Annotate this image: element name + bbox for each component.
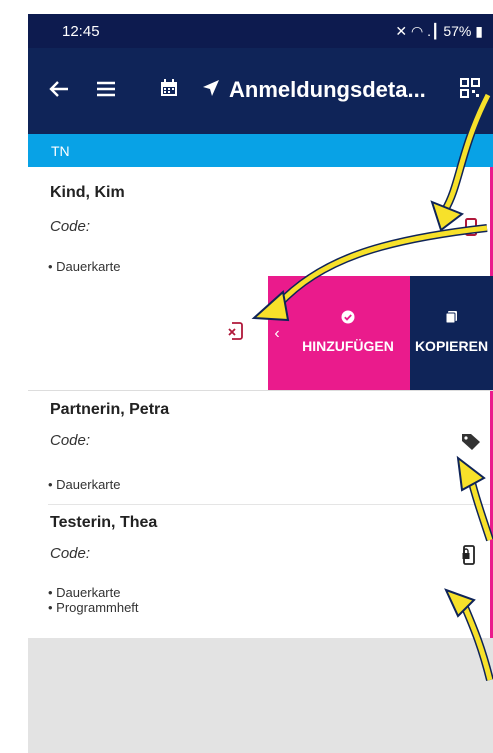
list-item: Programmheft [48, 600, 138, 615]
swipe-handle[interactable]: ‹ [268, 276, 286, 391]
participant-name: Partnerin, Petra [50, 401, 170, 418]
back-arrow-icon[interactable] [48, 78, 70, 106]
app-toolbar: Anmeldungsdeta... [28, 48, 493, 134]
list-item: Dauerkarte [48, 259, 120, 274]
copy-icon [410, 310, 493, 327]
remove-device-icon[interactable] [228, 321, 244, 346]
signal-icons: ✕ ◠ .┃ [395, 23, 440, 39]
list-item: Dauerkarte [48, 585, 139, 600]
section-label: TN [51, 143, 70, 159]
swipe-actions-row: ‹ HINZUFÜGEN KOPIEREN [28, 276, 493, 391]
tag-icon[interactable] [461, 433, 481, 456]
smartphone-icon[interactable] [465, 218, 477, 241]
copy-button[interactable]: KOPIEREN [410, 276, 493, 391]
menu-icon[interactable] [95, 78, 117, 106]
status-time: 12:45 [62, 23, 100, 40]
participant-code-label: Code: [50, 218, 91, 235]
section-header: TN [28, 134, 493, 167]
status-bar: 12:45 ✕ ◠ .┃ 57% ▮ [28, 14, 493, 48]
battery-icon: ▮ [475, 23, 483, 39]
calendar-icon[interactable] [159, 78, 179, 104]
navigation-icon[interactable] [201, 78, 221, 104]
participant-name: Kind, Kim [50, 184, 125, 201]
participant-items: Dauerkarte [48, 477, 120, 492]
participant-items: Dauerkarte Programmheft [48, 585, 139, 615]
copy-button-label: KOPIEREN [414, 338, 489, 354]
participant-card[interactable]: Partnerin, Petra Code: Dauerkarte [28, 391, 493, 505]
page-title: Anmeldungsdeta... [229, 77, 426, 102]
phone-screen: 12:45 ✕ ◠ .┃ 57% ▮ Anmeldungsdeta... TN … [28, 14, 493, 753]
mobile-lock-icon[interactable] [462, 545, 476, 570]
battery-level: 57% [443, 23, 472, 39]
participant-card[interactable]: Testerin, Thea Code: Dauerkarte Programm… [28, 505, 493, 638]
participant-name: Testerin, Thea [50, 514, 158, 531]
participant-code-label: Code: [50, 545, 91, 562]
status-right: ✕ ◠ .┃ 57% ▮ [395, 23, 483, 40]
add-button-label: HINZUFÜGEN [302, 338, 394, 354]
chevron-left-icon: ‹ [274, 325, 280, 342]
participant-code-label: Code: [50, 432, 91, 449]
participant-card[interactable]: Kind, Kim Code: Dauerkarte [28, 167, 493, 288]
check-circle-icon [286, 310, 410, 327]
participant-items: Dauerkarte [48, 259, 120, 274]
qr-code-icon[interactable] [460, 78, 480, 104]
add-button[interactable]: HINZUFÜGEN [286, 276, 410, 391]
list-item: Dauerkarte [48, 477, 120, 492]
